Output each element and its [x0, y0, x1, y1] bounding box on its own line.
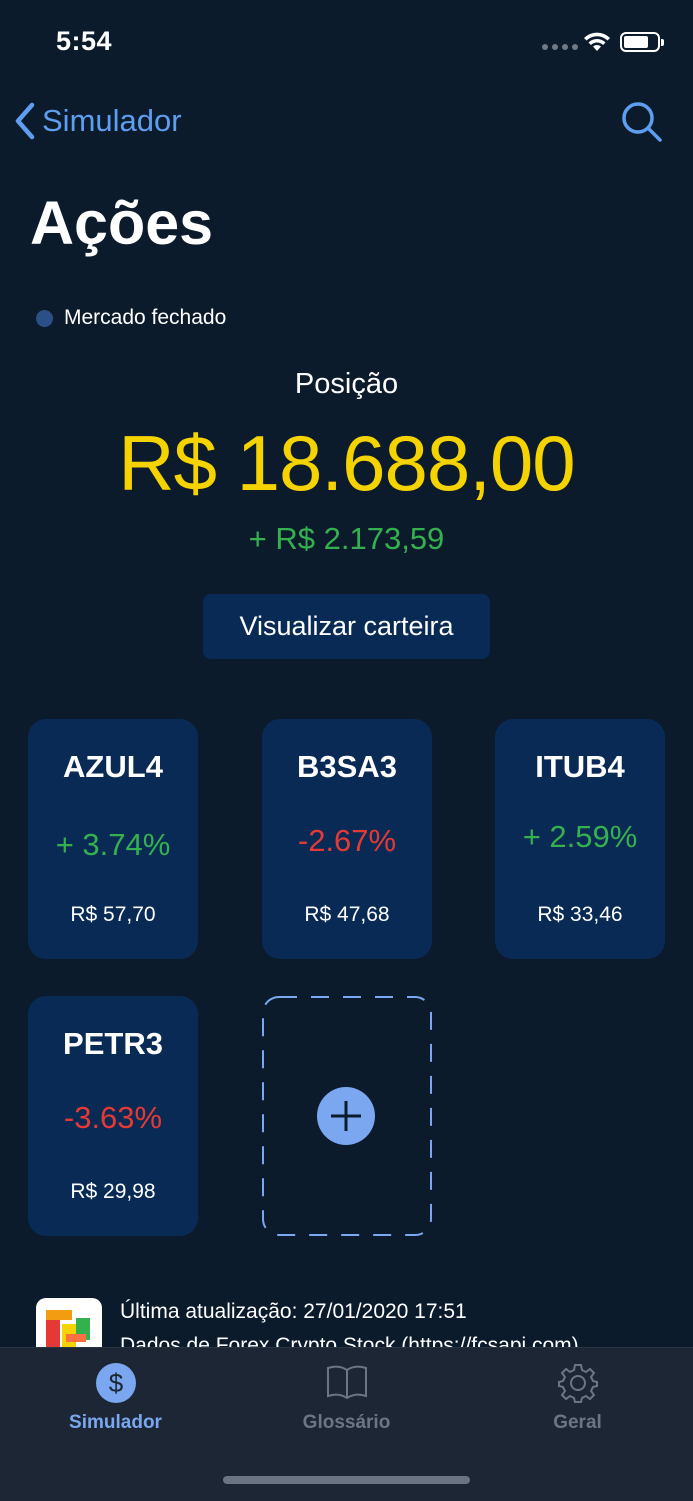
add-stock-button[interactable] [262, 996, 432, 1236]
stock-price: R$ 29,98 [70, 1180, 156, 1203]
stock-symbol: B3SA3 [297, 749, 397, 784]
tab-geral[interactable]: Geral [462, 1348, 693, 1448]
svg-text:$: $ [108, 1368, 123, 1398]
status-bar: 5:54 [0, 0, 693, 88]
stock-card-azul4[interactable]: AZUL4 + 3.74% R$ 57,70 [28, 719, 198, 959]
tab-label: Glossário [302, 1412, 391, 1433]
tab-simulador[interactable]: $ Simulador [0, 1348, 231, 1448]
stock-change: -2.67% [297, 823, 397, 858]
wifi-icon [584, 32, 610, 51]
stock-symbol: PETR3 [63, 1026, 163, 1061]
back-button[interactable]: Simulador [14, 102, 182, 140]
plus-icon [317, 1087, 375, 1145]
tab-label: Simulador [69, 1412, 162, 1433]
stock-change: -3.63% [63, 1100, 163, 1135]
stock-symbol: AZUL4 [63, 749, 163, 784]
fcsapi-logo [36, 1298, 102, 1347]
stock-card-itub4[interactable]: ITUB4 + 2.59% R$ 33,46 [495, 719, 665, 959]
stock-symbol: ITUB4 [535, 749, 625, 784]
stock-change: + 3.74% [55, 827, 171, 862]
last-update-text: Última atualização: 27/01/2020 17:51 [120, 1300, 467, 1323]
home-indicator[interactable] [223, 1476, 470, 1484]
market-status: Mercado fechado [36, 306, 226, 330]
data-source-link[interactable]: Dados de Forex Crypto Stock (https://fcs… [120, 1334, 579, 1347]
stock-card-b3sa3[interactable]: B3SA3 -2.67% R$ 47,68 [262, 719, 432, 959]
search-icon [622, 102, 662, 142]
chevron-left-icon [15, 102, 35, 140]
stock-price: R$ 47,68 [304, 903, 390, 926]
position-change: + R$ 2.173,59 [248, 521, 445, 556]
back-label: Simulador [42, 103, 182, 138]
stock-price: R$ 33,46 [537, 903, 623, 926]
tab-glossario[interactable]: Glossário [231, 1348, 462, 1448]
position-label: Posição [294, 368, 399, 400]
page-title: Ações [30, 189, 214, 257]
view-wallet-button[interactable]: Visualizar carteira [203, 594, 490, 659]
cellular-signal-icon [542, 44, 578, 50]
position-value: R$ 18.688,00 [118, 419, 575, 507]
dollar-icon: $ [95, 1363, 136, 1403]
tab-label: Geral [553, 1412, 602, 1433]
stock-price: R$ 57,70 [70, 903, 156, 926]
gear-icon [557, 1364, 598, 1403]
battery-icon [620, 32, 664, 52]
stock-change: + 2.59% [522, 819, 638, 854]
book-icon [326, 1365, 367, 1400]
market-status-label: Mercado fechado [64, 306, 227, 329]
market-status-dot [36, 309, 53, 327]
data-source-info: Última atualização: 27/01/2020 17:51 Dad… [36, 1298, 693, 1347]
stock-card-petr3[interactable]: PETR3 -3.63% R$ 29,98 [28, 996, 198, 1236]
status-time: 5:54 [56, 26, 113, 56]
search-button[interactable] [618, 98, 666, 146]
